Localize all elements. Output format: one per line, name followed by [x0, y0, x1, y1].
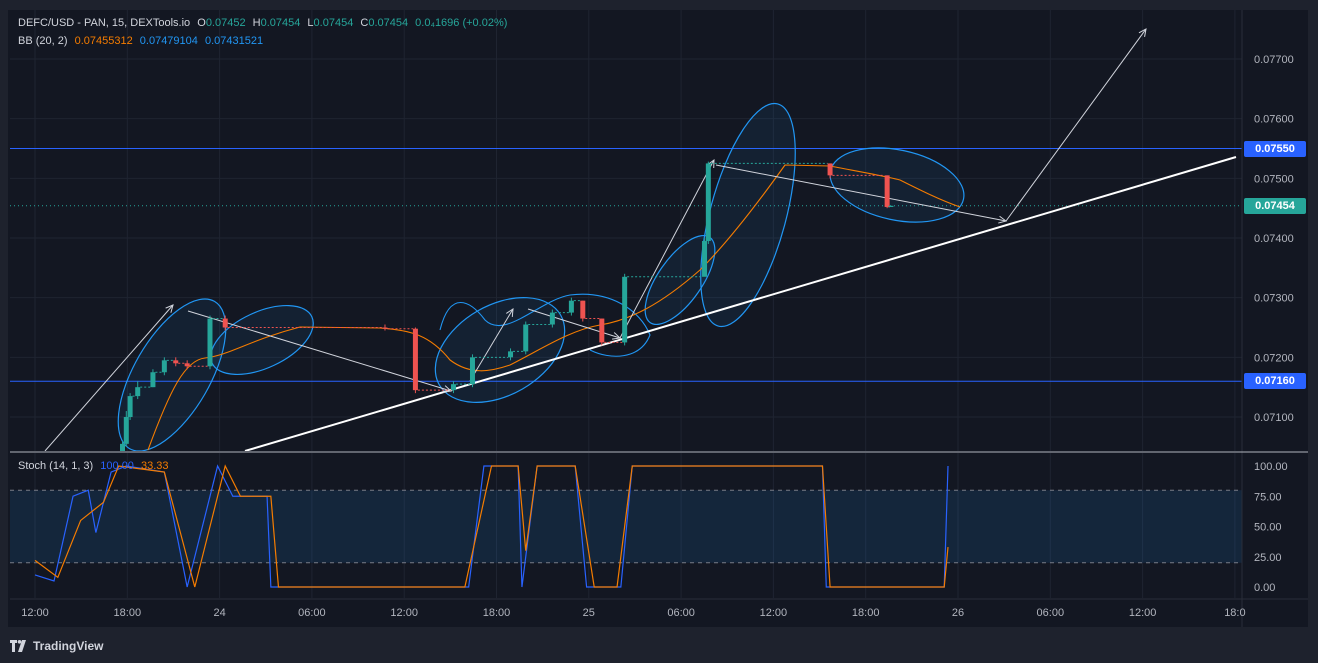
symbol-label[interactable]: DEFC/USD - PAN, 15, DEXTools.io — [18, 17, 190, 29]
low-label: L — [307, 17, 314, 29]
candle-body — [705, 163, 711, 241]
candle-body — [523, 324, 529, 352]
open-value: 0.07452 — [205, 17, 246, 29]
candle-body — [161, 360, 167, 373]
candle-body — [702, 240, 708, 277]
change-value: 0.0₄1696 (+0.02%) — [415, 17, 508, 29]
candle-body — [123, 417, 129, 444]
time-tick-label: 12:00 — [21, 607, 49, 619]
candle-body — [568, 300, 574, 313]
candle-body — [119, 443, 125, 451]
price-tick-label: 0.07300 — [1254, 293, 1294, 305]
candle-body — [508, 351, 514, 358]
time-tick-label: 26 — [952, 607, 964, 619]
time-tick-label: 25 — [583, 607, 595, 619]
bb-label: BB (20, 2) — [18, 35, 68, 47]
candle-body — [207, 318, 213, 367]
bb-basis-value: 0.07455312 — [74, 35, 133, 47]
high-value: 0.07454 — [260, 17, 301, 29]
candle-body — [827, 163, 833, 176]
time-tick-label: 18:00 — [483, 607, 511, 619]
time-tick-label: 18:00 — [114, 607, 142, 619]
time-tick-label: 06:00 — [298, 607, 326, 619]
candle-body — [580, 300, 586, 319]
candle-body — [382, 327, 388, 329]
price-tick-label: 0.07700 — [1254, 54, 1294, 66]
time-tick-label: 24 — [213, 607, 225, 619]
arrow-up-4 — [1005, 28, 1147, 222]
stoch-k-value: 100.00 — [100, 460, 134, 472]
candle-body — [412, 328, 418, 391]
time-tick-label: 18:00 — [852, 607, 880, 619]
brand-name: TradingView — [33, 639, 104, 653]
time-tick-label: 12:00 — [390, 607, 418, 619]
candle-body — [135, 387, 141, 397]
symbol-legend: DEFC/USD - PAN, 15, DEXTools.io O0.07452… — [18, 17, 511, 29]
bb-legend[interactable]: BB (20, 2) 0.07455312 0.07479104 0.07431… — [18, 35, 267, 47]
tradingview-brand[interactable]: TradingView — [10, 637, 103, 655]
open-label: O — [197, 17, 206, 29]
highlight-ellipse — [829, 147, 965, 223]
candle-body — [888, 205, 894, 207]
resistance-price-label: 0.07550 — [1244, 141, 1306, 157]
support-price-label: 0.07160 — [1244, 373, 1306, 389]
stoch-label: Stoch (14, 1, 3) — [18, 460, 94, 472]
high-label: H — [252, 17, 261, 29]
bb-upper-value: 0.07479104 — [139, 35, 198, 47]
candle-body — [150, 372, 156, 388]
price-tick-label: 0.07600 — [1254, 114, 1294, 126]
candle-body — [622, 276, 628, 343]
candle-body — [450, 384, 456, 391]
time-tick-label: 18:0 — [1224, 607, 1245, 619]
last-price-label: 0.07454 — [1244, 198, 1306, 214]
candle-body — [173, 360, 179, 364]
time-tick-label: 12:00 — [1129, 607, 1157, 619]
candle-body — [127, 396, 133, 417]
candle-body — [184, 363, 190, 367]
stoch-tick-label: 25.00 — [1254, 552, 1282, 564]
price-tick-label: 0.07500 — [1254, 173, 1294, 185]
trend-drawings[interactable] — [44, 28, 1237, 468]
chart-canvas[interactable]: 0.07700 0.07600 0.07500 0.07400 0.07300 0.072… — [0, 0, 1318, 663]
stoch-tick-label: 0.00 — [1254, 582, 1275, 594]
stoch-tick-label: 100.00 — [1254, 461, 1288, 473]
time-tick-label: 06:00 — [667, 607, 695, 619]
candle-body — [222, 318, 228, 328]
close-value: 0.07454 — [368, 17, 409, 29]
candle-body — [469, 357, 475, 385]
candle-body — [599, 318, 605, 343]
stoch-d-value: 33.33 — [141, 460, 169, 472]
stoch-legend[interactable]: Stoch (14, 1, 3) 100.00 33.33 — [18, 460, 173, 472]
stoch-tick-label: 75.00 — [1254, 491, 1282, 503]
candle-body — [884, 175, 890, 207]
time-tick-label: 06:00 — [1037, 607, 1065, 619]
price-tick-label: 0.07100 — [1254, 412, 1294, 424]
low-value: 0.07454 — [313, 17, 354, 29]
tradingview-logo-icon — [10, 640, 28, 652]
time-tick-label: 12:00 — [760, 607, 788, 619]
price-tick-label: 0.07200 — [1254, 352, 1294, 364]
bb-lower-value: 0.07431521 — [204, 35, 264, 47]
candle-body — [549, 312, 555, 325]
stoch-tick-label: 50.00 — [1254, 522, 1282, 534]
price-tick-label: 0.07400 — [1254, 233, 1294, 245]
